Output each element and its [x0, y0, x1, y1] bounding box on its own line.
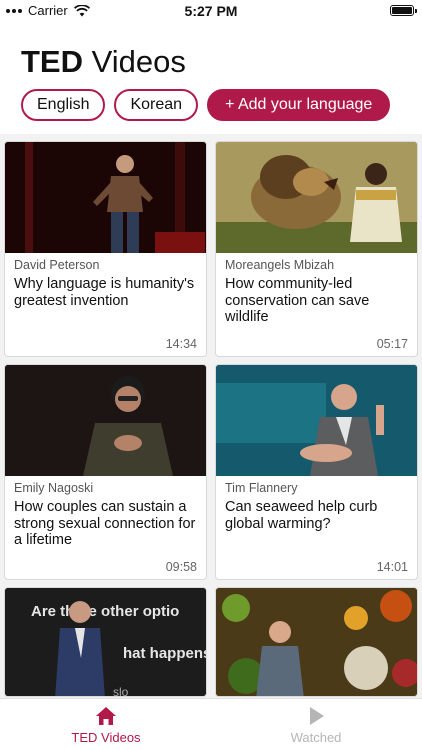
- video-title: How couples can sustain a strong sexual …: [14, 499, 196, 548]
- play-icon: [310, 707, 324, 725]
- video-duration: 14:01: [376, 560, 408, 574]
- video-card[interactable]: [215, 587, 418, 697]
- video-thumbnail: [216, 365, 417, 476]
- page-title-bold: TED: [21, 44, 83, 79]
- video-card[interactable]: David Peterson Why language is humanity'…: [4, 141, 207, 357]
- header: TED Videos English Korean + Add your lan…: [0, 22, 422, 134]
- video-duration: 05:17: [376, 337, 408, 351]
- video-title: Why language is humanity's greatest inve…: [14, 276, 195, 309]
- video-title: Can seaweed help curb global warming?: [225, 499, 378, 532]
- speaker-name: David Peterson: [14, 258, 100, 272]
- thumbnail-text-line2: hat happens: [123, 645, 206, 662]
- battery-icon: [390, 5, 417, 16]
- tab-ted-videos-label: TED Videos: [71, 730, 141, 745]
- speaker-name: Moreangels Mbizah: [225, 258, 335, 272]
- language-chip-korean[interactable]: Korean: [114, 89, 199, 121]
- language-chip-english[interactable]: English: [21, 89, 106, 121]
- video-card[interactable]: Are there other optio hat happens slo: [4, 587, 207, 697]
- video-thumbnail: [216, 588, 417, 696]
- speaker-name: Tim Flannery: [225, 481, 298, 495]
- tab-bar: TED Videos Watched: [0, 698, 422, 750]
- thumbnail-text-line1: Are there other optio: [31, 603, 179, 620]
- page-title-rest: Videos: [91, 44, 186, 79]
- thumbnail-text-line3: slo: [113, 685, 129, 697]
- video-thumbnail: [5, 365, 206, 476]
- tab-ted-videos[interactable]: TED Videos: [36, 705, 176, 745]
- video-duration: 09:58: [165, 560, 197, 574]
- app-screen: Carrier 5:27 PM TED Videos English Korea…: [0, 0, 422, 750]
- tab-watched-label: Watched: [290, 730, 342, 745]
- video-thumbnail: [5, 142, 206, 253]
- status-time: 5:27 PM: [184, 3, 238, 19]
- video-card[interactable]: Emily Nagoski How couples can sustain a …: [4, 364, 207, 580]
- page-title: TED Videos: [21, 44, 186, 80]
- video-card[interactable]: Moreangels Mbizah How community-led cons…: [215, 141, 418, 357]
- status-bar: Carrier 5:27 PM: [0, 0, 422, 22]
- video-title: How community-led conservation can save …: [225, 276, 370, 325]
- video-grid: David Peterson Why language is humanity'…: [4, 141, 418, 697]
- video-card[interactable]: Tim Flannery Can seaweed help curb globa…: [215, 364, 418, 580]
- add-language-button[interactable]: + Add your language: [207, 89, 391, 121]
- video-thumbnail: [216, 142, 417, 253]
- tab-watched[interactable]: Watched: [246, 705, 386, 745]
- language-chips: English Korean + Add your language: [21, 89, 391, 121]
- video-duration: 14:34: [165, 337, 197, 351]
- speaker-name: Emily Nagoski: [14, 481, 94, 495]
- home-icon: [96, 707, 116, 725]
- video-thumbnail: Are there other optio hat happens slo: [5, 588, 206, 697]
